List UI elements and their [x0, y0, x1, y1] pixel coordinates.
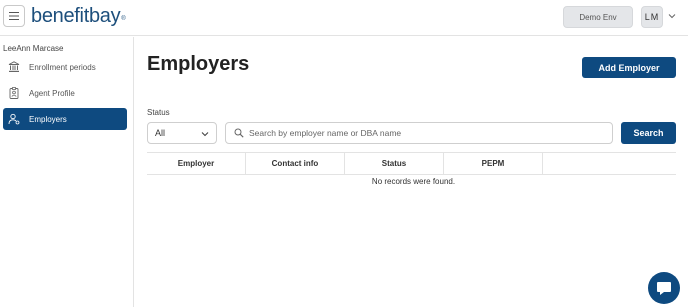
menu-button[interactable]	[3, 5, 25, 27]
sidebar: LeeAnn Marcase Enrollment periods Agent …	[0, 37, 134, 307]
column-header-actions	[543, 153, 676, 174]
chat-bubble-icon	[657, 282, 671, 295]
search-icon	[234, 128, 244, 138]
empty-table-message: No records were found.	[371, 177, 456, 186]
page-title: Employers	[147, 53, 250, 75]
hamburger-icon	[9, 12, 19, 20]
column-header-contact-info[interactable]: Contact info	[246, 153, 345, 174]
add-employer-button[interactable]: Add Employer	[582, 57, 676, 78]
sidebar-item-agent-profile[interactable]: Agent Profile	[3, 82, 127, 104]
table-header: Employer Contact info Status PEPM	[147, 152, 676, 175]
search-input[interactable]	[249, 128, 609, 138]
top-header: benefitbay® Demo Env LM	[0, 0, 688, 36]
search-button[interactable]: Search	[621, 122, 676, 144]
column-header-status[interactable]: Status	[345, 153, 444, 174]
sidebar-item-label: Employers	[29, 114, 67, 124]
column-header-pepm[interactable]: PEPM	[444, 153, 543, 174]
id-badge-icon	[7, 86, 21, 100]
sidebar-user-name: LeeAnn Marcase	[3, 44, 64, 53]
chat-button[interactable]	[648, 272, 680, 304]
sidebar-item-employers[interactable]: Employers	[3, 108, 127, 130]
status-select-value: All	[155, 128, 166, 138]
status-filter-label: Status	[147, 108, 170, 117]
logo-trademark: ®	[121, 16, 126, 22]
bank-icon	[7, 60, 21, 74]
environment-button[interactable]: Demo Env	[563, 6, 633, 28]
status-select[interactable]: All	[147, 122, 217, 144]
chevron-down-icon	[201, 132, 209, 137]
search-field[interactable]	[225, 122, 613, 144]
sidebar-item-label: Agent Profile	[29, 88, 75, 98]
users-icon	[7, 112, 21, 126]
sidebar-item-label: Enrollment periods	[29, 62, 96, 72]
column-header-employer[interactable]: Employer	[147, 153, 246, 174]
chevron-down-icon[interactable]	[668, 13, 676, 19]
logo[interactable]: benefitbay®	[31, 4, 126, 28]
avatar[interactable]: LM	[641, 6, 663, 28]
logo-text: benefitbay	[31, 5, 121, 27]
sidebar-item-enrollment-periods[interactable]: Enrollment periods	[3, 56, 127, 78]
